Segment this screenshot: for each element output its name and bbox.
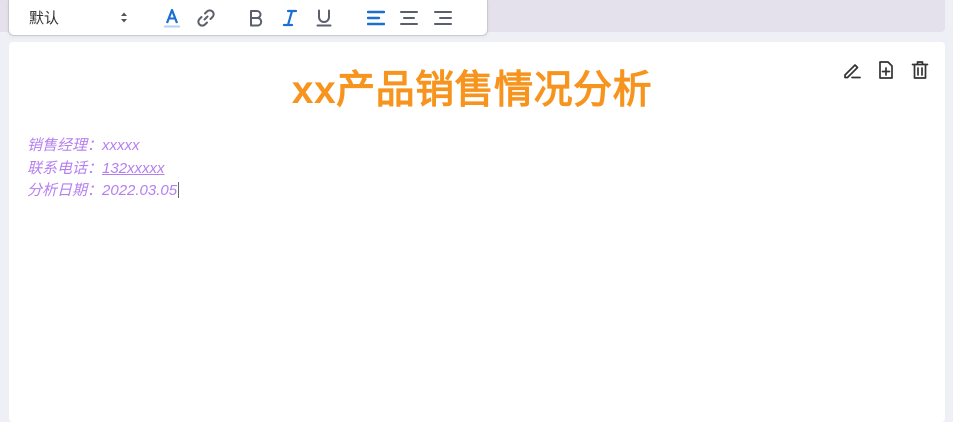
meta-label: 联系电话：	[27, 159, 103, 177]
trash-icon	[911, 61, 929, 79]
edit-icon	[844, 64, 861, 79]
text-cursor	[178, 182, 180, 198]
align-center-icon	[400, 11, 418, 25]
align-left-button[interactable]	[365, 7, 387, 29]
add-page-button[interactable]	[875, 59, 897, 81]
align-right-icon	[434, 11, 452, 25]
meta-label: 分析日期：	[27, 182, 103, 199]
contact-phone-row: 联系电话：132xxxxx	[27, 158, 179, 181]
document-card: xx产品销售情况分析 销售经理：xxxxx 联系电话：132xxxxx 分析日期…	[9, 42, 945, 422]
link-icon	[197, 9, 215, 27]
align-center-button[interactable]	[398, 7, 420, 29]
underline-icon	[316, 9, 332, 27]
align-left-icon	[367, 10, 385, 26]
card-actions	[841, 59, 931, 81]
edit-button[interactable]	[841, 59, 863, 81]
meta-label: 销售经理：	[27, 137, 103, 154]
align-right-button[interactable]	[432, 7, 454, 29]
sales-manager-row: 销售经理：xxxxx	[27, 135, 179, 158]
meta-value: xxxxx	[102, 137, 140, 154]
phone-link[interactable]: 132xxxxx	[102, 160, 165, 177]
italic-button[interactable]	[279, 7, 301, 29]
add-page-icon	[879, 61, 893, 79]
select-arrows-icon	[121, 12, 127, 23]
link-button[interactable]	[195, 7, 217, 29]
meta-value: 2022.03.05	[102, 182, 178, 199]
font-family-select[interactable]: 默认	[9, 0, 131, 35]
editor-toolbar: 默认	[8, 0, 488, 36]
italic-icon	[282, 9, 298, 27]
document-meta[interactable]: 销售经理：xxxxx 联系电话：132xxxxx 分析日期：2022.03.05	[27, 135, 180, 203]
document-title[interactable]: xx产品销售情况分析	[9, 59, 935, 115]
delete-button[interactable]	[909, 59, 931, 81]
bold-icon	[250, 10, 263, 27]
font-family-select-value: 默认	[29, 9, 60, 27]
analysis-date-row: 分析日期：2022.03.05	[27, 180, 180, 203]
text-color-button[interactable]	[161, 7, 183, 29]
text-color-icon	[164, 8, 180, 28]
bold-button[interactable]	[245, 7, 267, 29]
underline-button[interactable]	[313, 7, 335, 29]
